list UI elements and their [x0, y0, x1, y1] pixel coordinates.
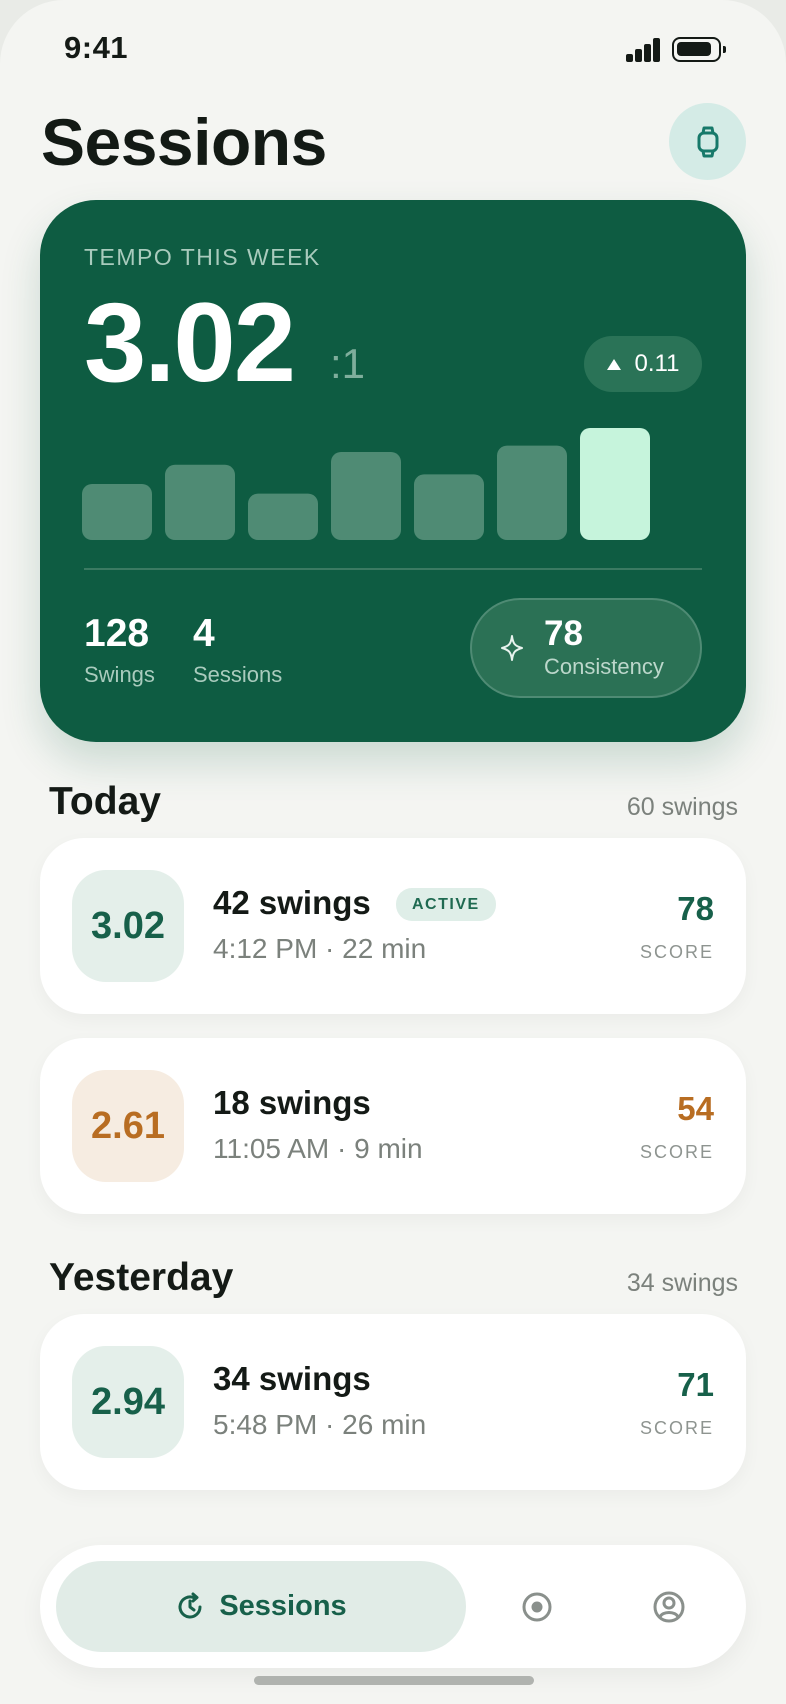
sessions-stat-label: Sessions — [193, 662, 283, 687]
sessions-stat-value: 4 — [193, 612, 215, 655]
section-title-yesterday: Yesterday — [49, 1256, 234, 1299]
score-label: SCORE — [639, 1418, 714, 1438]
watch-icon — [697, 126, 718, 157]
session-title: 42 swings — [213, 884, 371, 921]
consistency-button[interactable]: 78 Consistency — [470, 598, 702, 698]
home-indicator — [254, 1676, 534, 1685]
card-divider — [84, 568, 702, 570]
tempo-bar — [497, 445, 567, 540]
weekly-tempo-card[interactable]: TEMPO THIS WEEK 3.02 :1 0.11 128 Swings … — [40, 200, 746, 742]
tab-bar: Sessions — [40, 1545, 746, 1668]
session-score: 78 — [677, 890, 714, 927]
tempo-bar-current — [580, 428, 650, 540]
active-badge: ACTIVE — [396, 888, 496, 921]
consistency-value: 78 — [544, 614, 583, 653]
session-score: 54 — [677, 1090, 714, 1127]
sparkle-icon — [501, 635, 523, 661]
tempo-bar — [331, 452, 401, 540]
session-title: 18 swings — [213, 1084, 371, 1121]
session-subtitle: 4:12 PM · 22 min — [213, 933, 427, 964]
tempo-bar — [82, 484, 152, 540]
session-title: 34 swings — [213, 1360, 371, 1397]
watch-button[interactable] — [669, 103, 746, 180]
signal-icon — [626, 38, 662, 62]
swings-stat-value: 128 — [84, 612, 150, 655]
status-bar: 9:41 — [0, 0, 786, 100]
record-icon[interactable] — [517, 1587, 557, 1627]
section-count-today: 60 swings — [626, 793, 738, 821]
score-label: SCORE — [639, 942, 714, 962]
consistency-label: Consistency — [544, 654, 664, 679]
session-subtitle: 11:05 AM · 9 min — [213, 1133, 423, 1164]
section-title-today: Today — [49, 780, 161, 823]
tempo-bar — [414, 474, 484, 540]
battery-icon — [672, 37, 726, 62]
status-time: 9:41 — [64, 30, 129, 65]
tempo-bar — [165, 464, 235, 540]
score-label: SCORE — [639, 1142, 714, 1162]
tempo-chip: 2.61 — [72, 1070, 184, 1182]
session-card[interactable]: 2.61 18 swings 11:05 AM · 9 min 54 SCORE — [40, 1038, 746, 1214]
tab-sessions-label: Sessions — [219, 1590, 347, 1622]
tempo-bar — [248, 493, 318, 540]
session-card[interactable]: 2.94 34 swings 5:48 PM · 26 min 71 SCORE — [40, 1314, 746, 1490]
tempo-chip: 3.02 — [72, 870, 184, 982]
phone-screen: 9:41 Sessions TEMPO THIS WEEK 3.02 :1 0.… — [0, 0, 786, 1704]
swings-stat-label: Swings — [84, 662, 155, 687]
tempo-chip: 2.94 — [72, 1346, 184, 1458]
profile-icon[interactable] — [649, 1587, 689, 1627]
history-icon — [178, 1592, 202, 1618]
session-score: 71 — [677, 1366, 714, 1403]
section-count-yesterday: 34 swings — [626, 1269, 738, 1297]
page-title: Sessions — [41, 105, 327, 179]
tab-sessions[interactable]: Sessions — [56, 1561, 466, 1652]
session-subtitle: 5:48 PM · 26 min — [213, 1409, 427, 1440]
session-card[interactable]: 3.02 42 swings ACTIVE 4:12 PM · 22 min 7… — [40, 838, 746, 1014]
